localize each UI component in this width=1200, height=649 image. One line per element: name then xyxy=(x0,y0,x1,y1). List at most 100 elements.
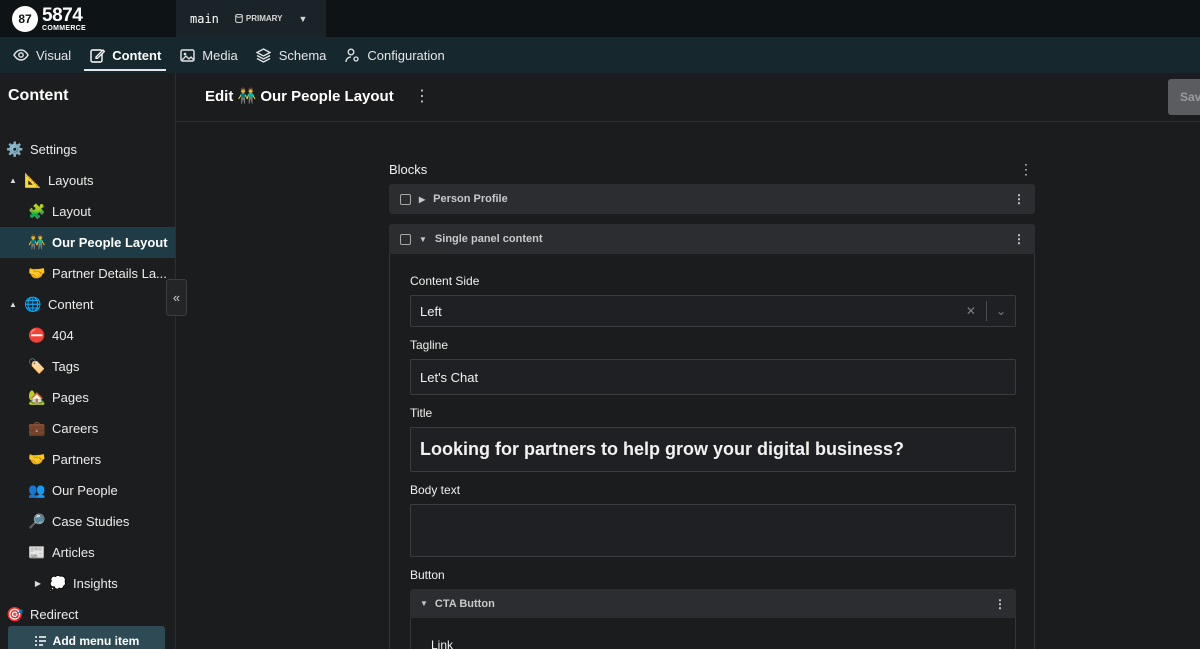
add-menu-item-button[interactable]: Add menu item xyxy=(8,626,165,649)
title-input[interactable]: Looking for partners to help grow your d… xyxy=(410,427,1016,472)
sidebar-item-label: Content xyxy=(48,297,94,312)
caret-down-icon[interactable]: ▲ xyxy=(8,300,18,309)
gear-icon: ⚙️ xyxy=(6,141,24,157)
body-text-input[interactable] xyxy=(410,504,1016,557)
save-button[interactable]: Save xyxy=(1168,79,1200,115)
edit-icon xyxy=(89,47,105,63)
menu-add-icon xyxy=(34,635,46,646)
block-select-checkbox[interactable] xyxy=(400,233,411,245)
block-title: Person Profile xyxy=(433,193,508,205)
sidebar-item-pages[interactable]: 🏡 Pages xyxy=(0,382,175,413)
cta-button-block[interactable]: ▼ CTA Button ⋮ xyxy=(410,589,1016,618)
logo[interactable]: 87 5874 COMMERCE xyxy=(0,0,176,37)
sidebar-item-tags[interactable]: 🏷️ Tags xyxy=(0,351,175,382)
logo-mark: 87 xyxy=(12,5,38,32)
block-more-icon[interactable]: ⋮ xyxy=(1013,232,1025,246)
tag-icon: 🏷️ xyxy=(28,358,46,374)
branch-selector[interactable]: main PRIMARY ▼ xyxy=(176,0,326,37)
clear-icon[interactable]: ✕ xyxy=(956,304,986,318)
more-options-icon[interactable]: ⋮ xyxy=(414,86,430,106)
double-chevron-left-icon: « xyxy=(172,290,181,305)
logo-subtitle: COMMERCE xyxy=(42,24,87,32)
top-bar: 87 5874 COMMERCE main PRIMARY ▼ xyxy=(0,0,1200,37)
users-icon: 👥 xyxy=(28,482,46,498)
caret-down-icon[interactable]: ▼ xyxy=(420,599,428,608)
briefcase-icon: 💼 xyxy=(28,420,46,436)
button-label: Button xyxy=(410,568,445,582)
tab-visual-label: Visual xyxy=(36,47,72,63)
sidebar-item-label: Pages xyxy=(52,390,89,405)
tab-media[interactable]: Media xyxy=(170,37,246,73)
tab-configuration-label: Configuration xyxy=(367,47,445,63)
blocks-more-icon[interactable]: ⋮ xyxy=(1019,161,1033,178)
sidebar-item-our-people[interactable]: 👥 Our People xyxy=(0,475,175,506)
sidebar-item-label: 404 xyxy=(52,328,74,343)
sidebar-item-label: Our People Layout xyxy=(52,235,168,250)
sidebar-item-label: Redirect xyxy=(30,607,79,622)
cta-more-icon[interactable]: ⋮ xyxy=(994,597,1006,611)
sidebar-item-label: Partners xyxy=(52,452,102,467)
handshake-icon: 🤝 xyxy=(28,265,46,281)
branch-name: main xyxy=(190,11,219,26)
tab-content-label: Content xyxy=(112,47,162,63)
sidebar-item-label: Case Studies xyxy=(52,514,130,529)
sidebar-item-settings[interactable]: ⚙️ Settings xyxy=(0,134,175,165)
no-entry-icon: ⛔ xyxy=(28,327,46,343)
sidebar-item-label: Insights xyxy=(73,576,118,591)
page-header: Edit 👬 Our People Layout ⋮ Save xyxy=(176,73,1200,122)
tab-media-label: Media xyxy=(202,47,238,63)
tab-configuration[interactable]: Configuration xyxy=(335,37,453,73)
environment-badge: PRIMARY xyxy=(235,14,283,23)
tab-schema[interactable]: Schema xyxy=(247,37,336,73)
block-select-checkbox[interactable] xyxy=(400,193,411,205)
chevron-down-icon[interactable]: ⌄ xyxy=(987,304,1015,318)
caret-down-icon[interactable]: ▼ xyxy=(419,235,427,244)
cta-button-title: CTA Button xyxy=(434,597,495,610)
sidebar-item-insights[interactable]: ▶ 💭 Insights xyxy=(0,568,175,599)
sidebar-item-label: Layouts xyxy=(48,173,94,188)
puzzle-icon: 🧩 xyxy=(28,203,46,219)
sidebar-item-articles[interactable]: 📰 Articles xyxy=(0,537,175,568)
sidebar-item-layout[interactable]: 🧩 Layout xyxy=(0,196,175,227)
triangle-ruler-icon: 📐 xyxy=(24,172,42,188)
sidebar-item-label: Articles xyxy=(52,545,95,560)
sidebar-item-404[interactable]: ⛔ 404 xyxy=(0,320,175,351)
sidebar-tree: ⚙️ Settings ▲ 📐 Layouts 🧩 Layout 👬 Our P… xyxy=(0,134,175,630)
sidebar-item-label: Our People xyxy=(52,483,118,498)
tagline-input[interactable]: Let's Chat xyxy=(410,359,1016,395)
tab-visual[interactable]: Visual xyxy=(4,37,80,73)
eye-icon xyxy=(13,47,29,63)
handshake-icon: 🤝 xyxy=(28,451,46,467)
caret-right-icon[interactable]: ▶ xyxy=(419,195,425,204)
magnifier-icon: 🔎 xyxy=(28,513,46,529)
sidebar-item-layouts[interactable]: ▲ 📐 Layouts xyxy=(0,165,175,196)
block-person-profile[interactable]: ▶ Person Profile ⋮ xyxy=(389,184,1035,214)
tab-content[interactable]: Content xyxy=(80,37,170,73)
sidebar: Content ⚙️ Settings ▲ 📐 Layouts 🧩 Layout… xyxy=(0,73,176,649)
sidebar-item-our-people-layout[interactable]: 👬 Our People Layout xyxy=(0,227,175,258)
house-icon: 🏡 xyxy=(28,389,46,405)
block-panel-body: Content Side Left ✕ ⌄ Tagline Let's Chat… xyxy=(389,254,1035,649)
body-text-label: Body text xyxy=(410,483,461,497)
globe-icon: 🌐 xyxy=(24,296,42,312)
collapse-sidebar-button[interactable]: « xyxy=(166,279,187,316)
add-menu-item-label: Add menu item xyxy=(52,634,140,648)
sidebar-item-case-studies[interactable]: 🔎 Case Studies xyxy=(0,506,175,537)
caret-down-icon[interactable]: ▲ xyxy=(8,176,18,185)
database-icon xyxy=(235,14,243,23)
content-side-select[interactable]: Left ✕ ⌄ xyxy=(410,295,1016,327)
sidebar-item-partners[interactable]: 🤝 Partners xyxy=(0,444,175,475)
caret-right-icon[interactable]: ▶ xyxy=(33,579,43,588)
sidebar-item-careers[interactable]: 💼 Careers xyxy=(0,413,175,444)
sidebar-item-label: Settings xyxy=(30,142,77,157)
block-more-icon[interactable]: ⋮ xyxy=(1013,192,1025,206)
sidebar-item-label: Layout xyxy=(52,204,92,219)
block-single-panel-content[interactable]: ▼ Single panel content ⋮ xyxy=(389,224,1035,254)
content-side-label: Content Side xyxy=(410,274,480,288)
tab-schema-label: Schema xyxy=(278,47,327,63)
sidebar-item-label: Careers xyxy=(52,421,99,436)
sidebar-item-partner-details-layout[interactable]: 🤝 Partner Details La... xyxy=(0,258,175,289)
sidebar-item-content[interactable]: ▲ 🌐 Content xyxy=(0,289,175,320)
title-label: Title xyxy=(410,406,433,420)
page-title: Edit 👬 Our People Layout xyxy=(205,88,394,105)
